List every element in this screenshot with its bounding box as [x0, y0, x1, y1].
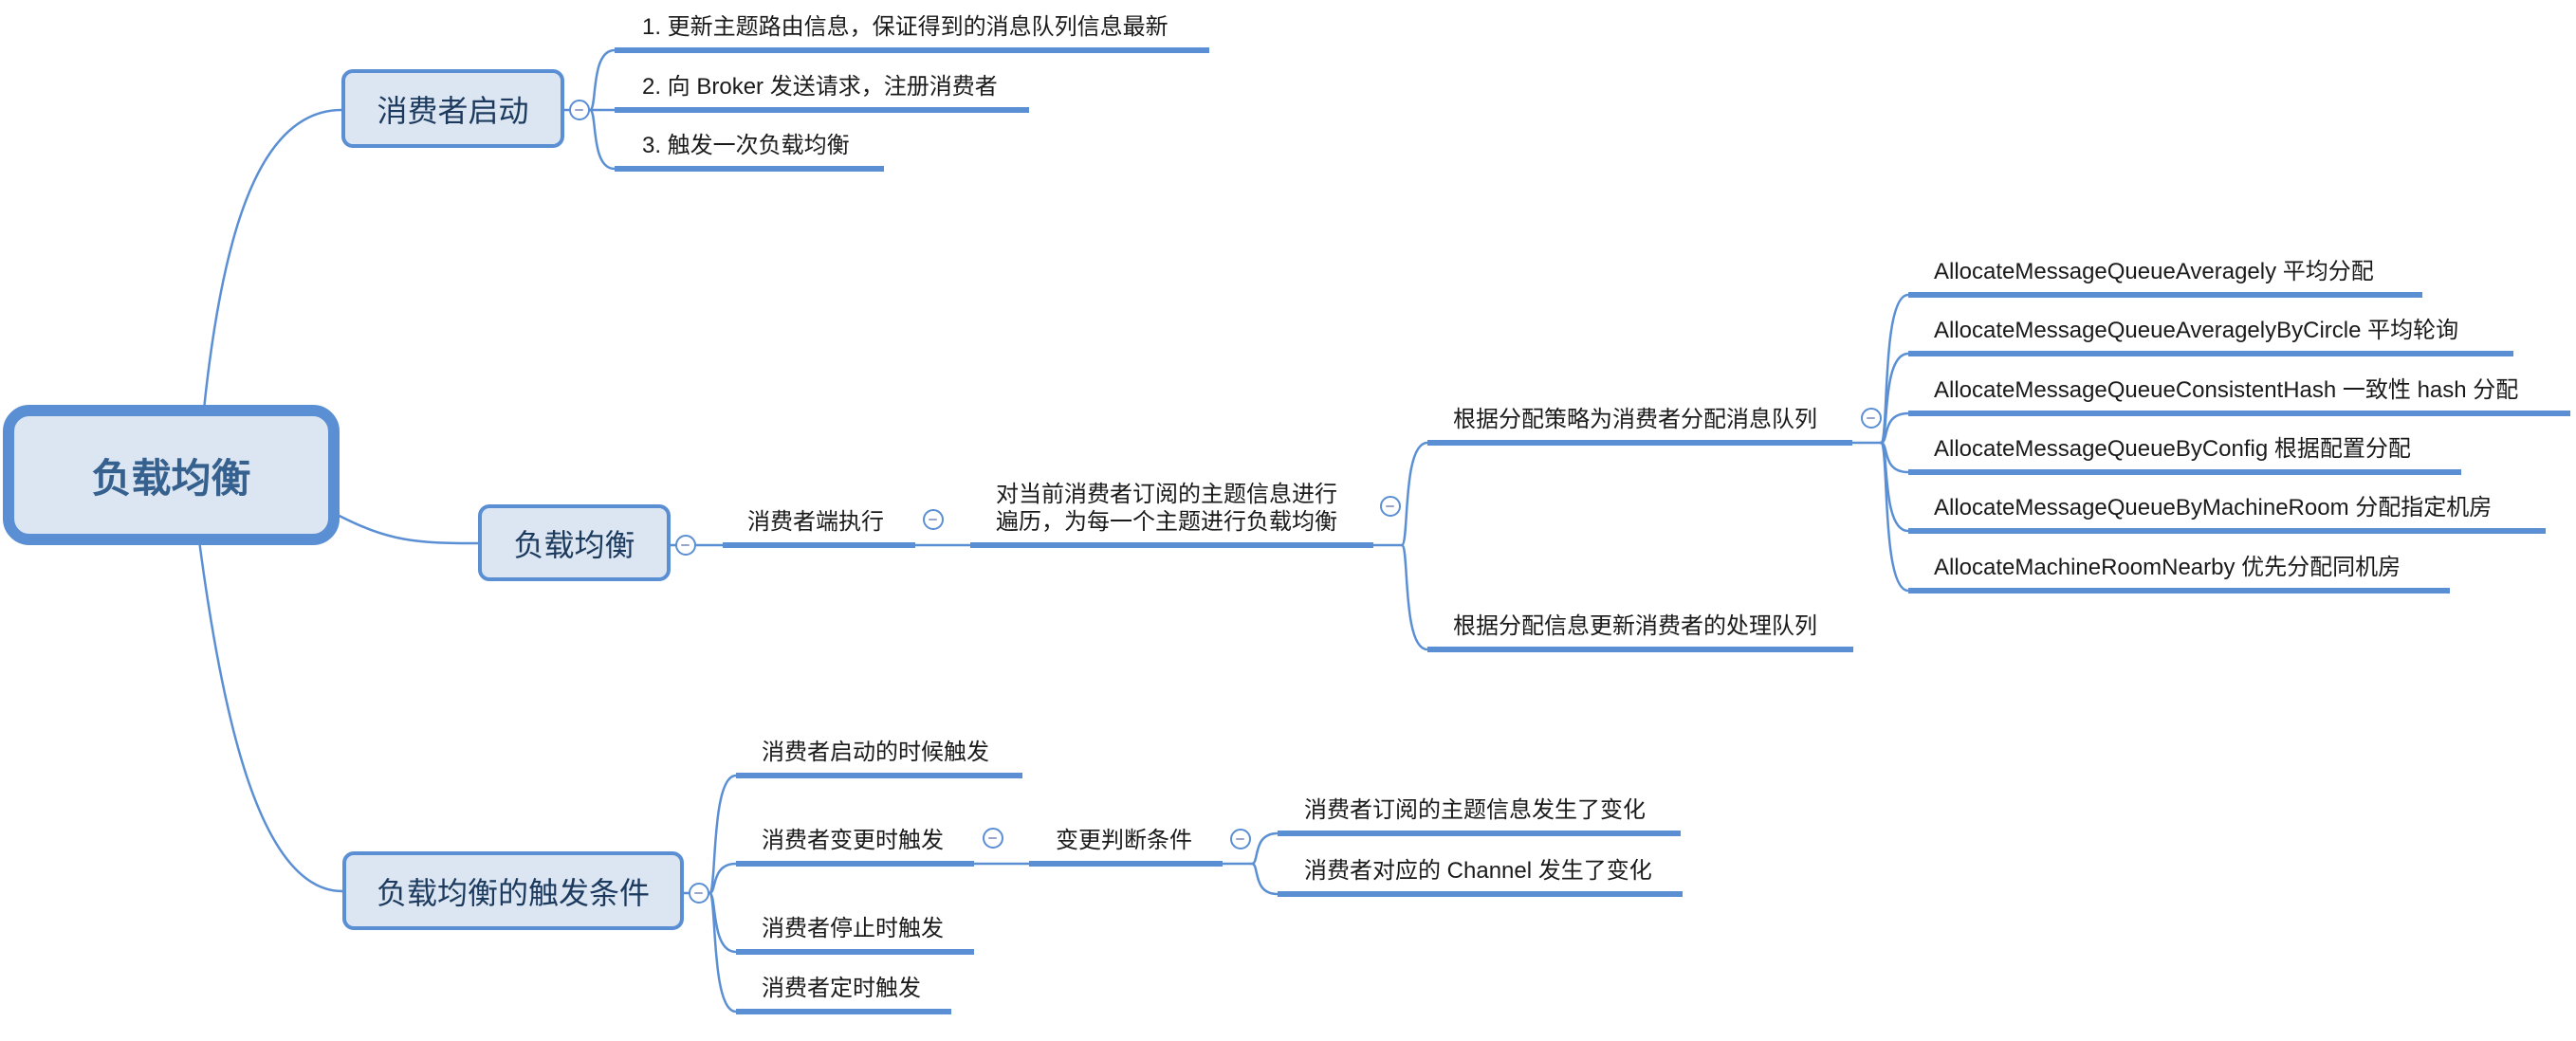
topic-consumer-startup[interactable]: 消费者启动 — [341, 69, 564, 148]
subtopic-change-item[interactable]: 消费者订阅的主题信息发生了变化 — [1278, 796, 1681, 836]
subtopic-underline — [723, 542, 915, 548]
subtopic-trigger[interactable]: 消费者停止时触发 — [736, 915, 974, 955]
subtopic-label: 2. 向 Broker 发送请求，注册消费者 — [642, 74, 998, 100]
subtopic-label: AllocateMessageQueueAveragelyByCircle 平均… — [1934, 318, 2459, 343]
subtopic-label-line: 对当前消费者订阅的主题信息进行 — [996, 482, 1337, 507]
subtopic-underline — [1908, 411, 2570, 416]
subtopic-startup-step[interactable]: 3. 触发一次负载均衡 — [615, 132, 884, 172]
subtopic-label-line: 遍历，为每一个主题进行负载均衡 — [996, 509, 1337, 535]
connector-root-to-load-balancing — [330, 510, 481, 545]
collapse-minus-icon — [988, 836, 997, 839]
topic-label: 负载均衡的触发条件 — [376, 875, 650, 910]
subtopic-underline — [615, 107, 1029, 113]
subtopic-change-condition[interactable]: 变更判断条件 — [1029, 827, 1223, 867]
subtopic-label: AllocateMachineRoomNearby 优先分配同机房 — [1934, 555, 2401, 580]
collapse-button[interactable] — [1230, 829, 1251, 849]
subtopic-label: AllocateMessageQueueConsistentHash 一致性 h… — [1934, 377, 2519, 403]
subtopic-trigger[interactable]: 消费者启动的时候触发 — [736, 739, 1022, 778]
subtopic-underline — [1278, 891, 1683, 897]
subtopic-label: 消费者启动的时候触发 — [762, 740, 989, 765]
connector-startup-step-1 — [588, 48, 616, 112]
root-topic-label: 负载均衡 — [91, 455, 251, 501]
subtopic-label: 变更判断条件 — [1056, 828, 1192, 853]
connector-root-to-triggers — [197, 539, 344, 893]
collapse-minus-icon — [929, 518, 937, 520]
subtopic-strategy[interactable]: AllocateMachineRoomNearby 优先分配同机房 — [1908, 554, 2450, 594]
subtopic-trigger[interactable]: 消费者变更时触发 — [736, 827, 974, 867]
subtopic-trigger[interactable]: 消费者定时触发 — [736, 975, 951, 1014]
subtopic-consumer-executor[interactable]: 消费者端执行 — [723, 508, 915, 548]
subtopic-underline — [736, 773, 1022, 778]
collapse-minus-icon — [575, 108, 583, 111]
connector-traverse-to-allocate — [1400, 441, 1429, 547]
collapse-button[interactable] — [923, 509, 944, 530]
subtopic-label: 3. 触发一次负载均衡 — [642, 133, 850, 158]
collapse-minus-icon — [681, 543, 690, 546]
subtopic-label: 消费者订阅的主题信息发生了变化 — [1304, 797, 1646, 823]
subtopic-label: 1. 更新主题路由信息，保证得到的消息队列信息最新 — [642, 14, 1168, 40]
subtopic-update-queues[interactable]: 根据分配信息更新消费者的处理队列 — [1427, 612, 1853, 652]
connector-condition-1 — [1250, 831, 1279, 866]
collapse-button[interactable] — [1861, 408, 1882, 429]
connector-condition-2 — [1250, 862, 1279, 896]
subtopic-strategy[interactable]: AllocateMessageQueueByConfig 根据配置分配 — [1908, 435, 2461, 475]
subtopic-underline — [736, 861, 974, 867]
subtopic-underline — [1908, 469, 2461, 475]
root-topic[interactable]: 负载均衡 — [3, 405, 340, 545]
topic-load-balancing[interactable]: 负载均衡 — [478, 504, 671, 581]
subtopic-label: 消费者停止时触发 — [762, 916, 944, 941]
collapse-minus-icon — [1386, 504, 1394, 507]
subtopic-label: 对当前消费者订阅的主题信息进行 遍历，为每一个主题进行负载均衡 — [996, 481, 1337, 536]
connector-root-to-consumer-startup — [202, 108, 343, 411]
topic-label: 消费者启动 — [377, 93, 529, 128]
subtopic-label: AllocateMessageQueueByMachineRoom 分配指定机房 — [1934, 495, 2493, 520]
collapse-button[interactable] — [675, 535, 696, 556]
collapse-minus-icon — [1867, 416, 1875, 419]
subtopic-strategy[interactable]: AllocateMessageQueueByMachineRoom 分配指定机房 — [1908, 494, 2546, 534]
connector-traverse-to-update — [1400, 543, 1429, 651]
subtopic-underline — [1908, 528, 2546, 534]
topic-trigger-conditions[interactable]: 负载均衡的触发条件 — [342, 851, 684, 930]
subtopic-label: AllocateMessageQueueByConfig 根据配置分配 — [1934, 436, 2411, 462]
collapse-button[interactable] — [689, 883, 709, 904]
subtopic-underline — [736, 949, 974, 955]
subtopic-label: 根据分配策略为消费者分配消息队列 — [1453, 407, 1817, 432]
collapse-button[interactable] — [1380, 496, 1401, 517]
connector-startup-step-3 — [588, 108, 616, 171]
collapse-button[interactable] — [983, 828, 1003, 849]
subtopic-startup-step[interactable]: 2. 向 Broker 发送请求，注册消费者 — [615, 73, 1029, 113]
subtopic-underline — [1278, 831, 1681, 836]
collapse-minus-icon — [694, 891, 703, 894]
subtopic-underline — [615, 47, 1209, 53]
subtopic-label: 根据分配信息更新消费者的处理队列 — [1453, 613, 1817, 639]
subtopic-label: 消费者变更时触发 — [762, 828, 944, 853]
subtopic-allocate-queues[interactable]: 根据分配策略为消费者分配消息队列 — [1427, 406, 1852, 446]
connector-trigger-1 — [708, 774, 738, 895]
subtopic-underline — [1427, 647, 1853, 652]
subtopic-underline — [1908, 292, 2422, 298]
collapse-button[interactable] — [569, 100, 590, 120]
subtopic-label: 消费者对应的 Channel 发生了变化 — [1304, 858, 1652, 884]
subtopic-startup-step[interactable]: 1. 更新主题路由信息，保证得到的消息队列信息最新 — [615, 13, 1209, 53]
subtopic-label: AllocateMessageQueueAveragely 平均分配 — [1934, 259, 2374, 284]
subtopic-underline — [1908, 588, 2450, 594]
subtopic-underline — [970, 542, 1373, 548]
subtopic-underline — [615, 166, 884, 172]
subtopic-strategy[interactable]: AllocateMessageQueueConsistentHash 一致性 h… — [1908, 376, 2570, 416]
subtopic-label: 消费者定时触发 — [762, 976, 921, 1001]
subtopic-label: 消费者端执行 — [747, 509, 884, 535]
subtopic-underline — [1029, 861, 1223, 867]
subtopic-traverse-topics[interactable]: 对当前消费者订阅的主题信息进行 遍历，为每一个主题进行负载均衡 — [970, 481, 1373, 548]
subtopic-underline — [1908, 351, 2513, 356]
subtopic-change-item[interactable]: 消费者对应的 Channel 发生了变化 — [1278, 857, 1683, 897]
subtopic-strategy[interactable]: AllocateMessageQueueAveragely 平均分配 — [1908, 258, 2422, 298]
subtopic-underline — [1427, 440, 1852, 446]
collapse-minus-icon — [1236, 837, 1244, 840]
subtopic-strategy[interactable]: AllocateMessageQueueAveragelyByCircle 平均… — [1908, 317, 2513, 356]
topic-label: 负载均衡 — [513, 527, 635, 562]
subtopic-underline — [736, 1009, 951, 1014]
